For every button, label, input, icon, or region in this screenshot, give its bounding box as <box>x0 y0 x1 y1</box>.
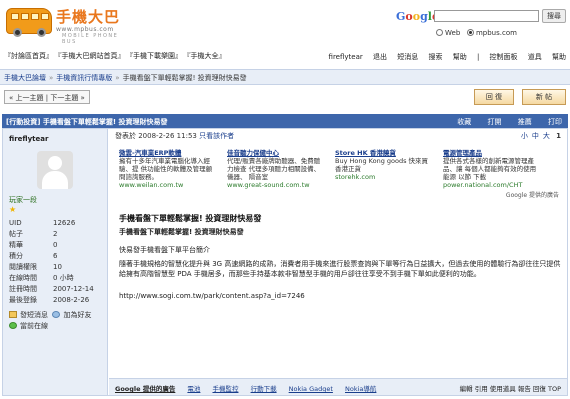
search-scope: Web mpbus.com <box>436 29 517 37</box>
search-link[interactable]: 搜索 <box>428 53 442 61</box>
ad-item[interactable]: 電源管理產品 提供各式各樣的創新電源管理產品、讓 每個人都能夠有效的使用能源 以節… <box>443 149 541 189</box>
site-header: 手機大巴 www.mpbus.com MOBILE PHONE BUS Goog… <box>0 0 570 46</box>
prev-next-nav[interactable]: « 上一主題 | 下一主題 » <box>4 90 90 104</box>
user-links: fireflytear 退出 短消息 搜索 幫助 | 控制面板 道具 幫助 <box>321 52 566 62</box>
quick-link-phones[interactable]: 『手機大全』 <box>187 52 226 60</box>
breadcrumb: 手機大巴論壇» 手機資訊行情專版» 手機看盤下單輕鬆掌握! 投資理財快易發 <box>0 69 570 85</box>
ad-item[interactable]: 微雲-汽車業ERP軟體 擁有十多年汽車業電腦化導入經驗、提 供功能性的軟體及管理顧… <box>119 149 217 189</box>
favorite-link[interactable]: 收藏 <box>457 118 471 126</box>
font-mid[interactable]: 中 <box>532 132 539 140</box>
search-button[interactable]: 搜尋 <box>542 9 566 23</box>
footer-link-battery[interactable]: 電池 <box>187 385 200 393</box>
send-message-link[interactable]: 發短消息 <box>20 311 48 319</box>
radio-web[interactable] <box>436 29 443 36</box>
recommend-link[interactable]: 推薦 <box>518 118 532 126</box>
ads-by-google[interactable]: Google 提供的廣告 <box>506 190 559 199</box>
message-icon <box>9 311 17 318</box>
avatar <box>37 151 73 189</box>
author-actions: 發短消息 加為好友 當前在線 <box>9 310 101 332</box>
logo-subtitle: MOBILE PHONE BUS <box>62 33 119 45</box>
new-thread-button[interactable]: 新 帖 <box>522 89 566 105</box>
post-link[interactable]: http://www.sogi.com.tw/park/content.asp?… <box>119 291 563 301</box>
radio-web-label: Web <box>445 29 461 37</box>
post-footer: Google 提供的廣告 電池 手機監控 行動下載 Nokia Gadget N… <box>109 378 567 395</box>
google-search-box: Google 搜尋 Web mpbus.com <box>396 6 568 44</box>
add-friend-link[interactable]: 加為好友 <box>63 311 91 319</box>
tools-link[interactable]: 道具 <box>528 53 542 61</box>
author-rank: 玩家一段 <box>9 196 37 204</box>
quick-links: 『討論區首頁』 『手機大巴網站首頁』 『手機下載樂園』 『手機大全』 <box>4 51 231 61</box>
star-icon: ★ <box>9 205 17 214</box>
reply-button[interactable]: 回 復 <box>474 89 514 105</box>
floor-number: 1 <box>556 132 561 140</box>
control-panel-link[interactable]: 控制面板 <box>490 53 518 61</box>
user-name-link[interactable]: fireflytear <box>329 53 363 61</box>
font-big[interactable]: 大 <box>543 132 550 140</box>
google-logo: Google <box>396 10 439 23</box>
author-sidebar: fireflytear 玩家一段 ★ UID 12626 帖子 2 精華 0 積分 6 … <box>3 129 108 395</box>
author-name[interactable]: fireflytear <box>9 135 101 143</box>
font-small[interactable]: 小 <box>521 132 528 140</box>
ad-item[interactable]: 佳音聽力保健中心 代理/販賣各廠牌助聽器、免費聽力檢查 代理多項聽力相關設備、儀器… <box>227 149 325 189</box>
site-logo[interactable]: 手機大巴 www.mpbus.com MOBILE PHONE BUS <box>4 2 134 45</box>
separator: | <box>476 53 480 61</box>
thread-title: [行動投資] 手機看盤下單輕鬆掌握! 投資理財快易發 <box>6 118 168 126</box>
bus-icon <box>6 8 52 37</box>
logo-title: 手機大巴 <box>56 8 121 26</box>
thread-title-bar: [行動投資] 手機看盤下單輕鬆掌握! 投資理財快易發 收藏 打開 推薦 打印 <box>2 114 568 128</box>
quick-link-download[interactable]: 『手機下載樂園』 <box>130 52 183 60</box>
quick-link-home[interactable]: 『手機大巴網站首頁』 <box>58 52 125 60</box>
radio-site-label: mpbus.com <box>475 29 517 37</box>
font-size-controls: 小中大 1 <box>517 131 561 141</box>
breadcrumb-forum[interactable]: 手機大巴論壇 <box>4 74 46 82</box>
post-time: 發表於 2008-2-26 11:53 <box>115 132 197 140</box>
quick-link-forum[interactable]: 『討論區首頁』 <box>4 52 53 60</box>
friend-icon <box>52 311 61 318</box>
thread-actions: 收藏 打開 推薦 打印 <box>443 117 562 127</box>
logo-url: www.mpbus.com <box>56 26 114 33</box>
author-stats: UID 12626 帖子 2 精華 0 積分 6 閱讀權限 10 在線時間 0 小時 註冊時… <box>9 219 94 304</box>
google-ads: 微雲-汽車業ERP軟體 擁有十多年汽車業電腦化導入經驗、提 供功能性的軟體及管理顧… <box>119 149 559 209</box>
post-title: 手機看盤下單輕鬆掌握! 投資理財快易發 <box>119 214 262 223</box>
print-link[interactable]: 打印 <box>548 118 562 126</box>
radio-site[interactable] <box>466 29 474 36</box>
online-icon <box>9 322 17 329</box>
post-body: 手機看盤下單輕鬆掌握! 投資理財快易發 快易發手機看盤下單平台簡介 隨著手機規格… <box>119 227 563 305</box>
footer-link-gadget[interactable]: Nokia Gadget <box>289 385 333 393</box>
post-actions[interactable]: 編輯 引用 使用道具 報告 回復 TOP <box>460 383 561 393</box>
post-meta: 發表於 2008-2-26 11:53 只看該作者 <box>115 131 234 141</box>
footer-link-download[interactable]: 行動下載 <box>251 385 277 393</box>
messages-link[interactable]: 短消息 <box>397 53 418 61</box>
footer-link-monitor[interactable]: 手機監控 <box>212 385 238 393</box>
only-author-link[interactable]: 只看該作者 <box>199 132 234 140</box>
online-status: 當前在線 <box>20 322 48 330</box>
ad-item[interactable]: Store HK 香港饒貨 Buy Hong Kong goods 快來買香港正貨… <box>335 149 433 181</box>
help-link[interactable]: 幫助 <box>453 53 467 61</box>
footer-link-nav[interactable]: Nokia導航 <box>345 385 376 393</box>
help-link-2[interactable]: 幫助 <box>552 53 566 61</box>
post: fireflytear 玩家一段 ★ UID 12626 帖子 2 精華 0 積分 6 … <box>2 128 568 396</box>
logout-link[interactable]: 退出 <box>373 53 387 61</box>
breadcrumb-current: 手機看盤下單輕鬆掌握! 投資理財快易發 <box>122 74 247 82</box>
google-search-input[interactable] <box>434 10 539 22</box>
open-link[interactable]: 打開 <box>488 118 502 126</box>
post-content: 發表於 2008-2-26 11:53 只看該作者 小中大 1 微雲-汽車業ER… <box>109 129 567 395</box>
breadcrumb-board[interactable]: 手機資訊行情專版 <box>56 74 112 82</box>
google-ads-label[interactable]: Google 提供的廣告 <box>115 385 175 393</box>
